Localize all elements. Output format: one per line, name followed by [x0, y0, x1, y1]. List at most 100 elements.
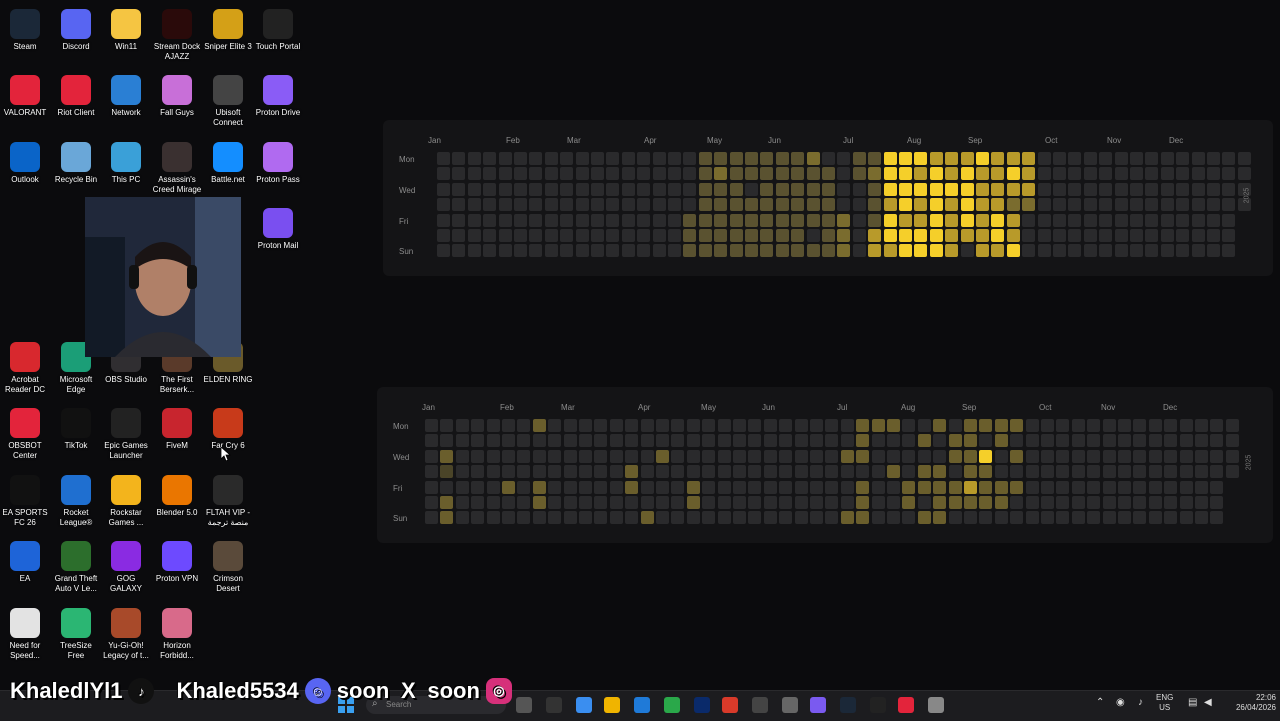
heatmap-cell	[498, 182, 512, 196]
desktop-icon-proton-vpn[interactable]: Proton VPN	[152, 541, 202, 584]
heatmap-cell	[560, 244, 574, 258]
desktop-icon-battle-net[interactable]: Battle.net	[203, 142, 253, 185]
heatmap-cell	[1191, 198, 1205, 212]
heatmap-cell	[1010, 449, 1024, 463]
desktop-icon-far-cry-6[interactable]: Far Cry 6	[203, 408, 253, 451]
desktop-icon-blender-5-0[interactable]: Blender 5.0	[152, 475, 202, 518]
microphone-icon[interactable]: ♪	[1138, 698, 1143, 708]
heatmap-cell	[702, 480, 716, 494]
heatmap-cell	[1148, 511, 1162, 525]
desktop-icon-rockstar-games[interactable]: Rockstar Games ...	[101, 475, 151, 528]
heatmap-cell	[425, 496, 438, 509]
taskbar-app-icon[interactable]	[928, 697, 944, 713]
heatmap-cell	[579, 511, 592, 525]
heatmap-cell	[1176, 167, 1190, 181]
desktop-icon-ea-sports-fc-26[interactable]: EA SPORTS FC 26	[0, 475, 50, 528]
taskbar-app-icon[interactable]	[634, 697, 650, 713]
heatmap-cell	[779, 434, 793, 448]
heatmap-cell	[1068, 229, 1082, 242]
taskbar-app-icon[interactable]	[516, 697, 532, 713]
heatmap-cell	[609, 465, 623, 479]
desktop-icon-riot-client[interactable]: Riot Client	[51, 75, 101, 118]
heatmap-cell	[609, 480, 623, 494]
desktop-icon-tiktok[interactable]: TikTok	[51, 408, 101, 451]
desktop-icon-stream-dock-ajazz[interactable]: Stream Dock AJAZZ	[152, 9, 202, 62]
heatmap-cell	[1022, 167, 1036, 181]
heatmap-cell	[1207, 167, 1220, 181]
heatmap-cell	[775, 152, 789, 165]
desktop-icon-acrobat-reader-dc[interactable]: Acrobat Reader DC	[0, 342, 50, 395]
heatmap-cell	[498, 167, 512, 181]
tray-chevron-icon[interactable]: ⌃	[1096, 698, 1104, 708]
desktop-icon-label: OBSBOT Center	[8, 441, 42, 460]
heatmap-cell	[563, 480, 577, 494]
heatmap-cell	[683, 213, 697, 227]
heatmap-cell	[1130, 152, 1143, 165]
taskbar-app-icon[interactable]	[722, 697, 738, 713]
desktop-icon-proton-pass[interactable]: Proton Pass	[253, 142, 303, 185]
month-label: Mar	[561, 403, 575, 412]
heatmap-cell	[640, 496, 654, 509]
volume-icon[interactable]: ◀	[1204, 698, 1212, 708]
desktop-icon-need-for-speed[interactable]: Need for Speed...	[0, 608, 50, 661]
heatmap-cell	[1195, 419, 1208, 432]
taskbar-app-icon[interactable]	[694, 697, 710, 713]
clock[interactable]: 22:06 26/04/2026	[1222, 693, 1276, 713]
app-icon	[61, 142, 91, 172]
taskbar-app-icon[interactable]	[664, 697, 680, 713]
desktop-icon-touch-portal[interactable]: Touch Portal	[253, 9, 303, 52]
language-indicator[interactable]: ENG US	[1156, 693, 1173, 713]
heatmap-cell	[1041, 480, 1054, 494]
heatmap-cell	[698, 244, 712, 258]
desktop-icon-win11[interactable]: Win11	[101, 9, 151, 52]
heatmap-cell	[637, 198, 651, 212]
desktop-icon-grand-theft-auto-v-le[interactable]: Grand Theft Auto V Le...	[51, 541, 101, 594]
taskbar-app-icon[interactable]	[576, 697, 592, 713]
network-icon[interactable]: ◉	[1116, 698, 1125, 708]
taskbar-app-icon[interactable]	[810, 697, 826, 713]
desktop-icon-obsbot-center[interactable]: OBSBOT Center	[0, 408, 50, 461]
desktop-icon-fall-guys[interactable]: Fall Guys	[152, 75, 202, 118]
desktop-icon-discord[interactable]: Discord	[51, 9, 101, 52]
desktop-icon-gog-galaxy[interactable]: GOG GALAXY	[101, 541, 151, 594]
desktop-icon-treesize-free[interactable]: TreeSize Free	[51, 608, 101, 661]
desktop-icon-horizon-forbidd[interactable]: Horizon Forbidd...	[152, 608, 202, 661]
heatmap-cell	[1145, 198, 1159, 212]
desktop-icon-steam[interactable]: Steam	[0, 9, 50, 52]
desktop-icon-network[interactable]: Network	[101, 75, 151, 118]
taskbar-app-icon[interactable]	[870, 697, 886, 713]
desktop-icon-fltah-vip[interactable]: FLTAH VIP - منصة ترجمة	[203, 475, 253, 528]
desktop-icon-rocket-league[interactable]: Rocket League®	[51, 475, 101, 528]
heatmap-cell	[714, 182, 728, 196]
desktop-icon-assassin-s-creed-mirage[interactable]: Assassin's Creed Mirage	[152, 142, 202, 195]
taskbar-app-icon[interactable]	[782, 697, 798, 713]
desktop-icon-yu-gi-oh-legacy-of-t[interactable]: Yu-Gi-Oh! Legacy of t...	[101, 608, 151, 661]
heatmap-cell	[914, 213, 928, 227]
heatmap-cell	[856, 496, 870, 509]
heatmap-cell	[425, 419, 438, 432]
desktop-icon-valorant[interactable]: VALORANT	[0, 75, 50, 118]
desktop-icon-epic-games-launcher[interactable]: Epic Games Launcher	[101, 408, 151, 461]
heatmap-cell	[1068, 244, 1082, 258]
desktop-icon-outlook[interactable]: Outlook	[0, 142, 50, 185]
desktop-icon-proton-drive[interactable]: Proton Drive	[253, 75, 303, 118]
desktop-icon-crimson-desert[interactable]: Crimson Desert	[203, 541, 253, 594]
taskbar-app-icon[interactable]	[752, 697, 768, 713]
desktop-icon-sniper-elite-3[interactable]: Sniper Elite 3	[203, 9, 253, 52]
taskbar-app-icon[interactable]	[840, 697, 856, 713]
wifi-icon[interactable]: ▤	[1188, 698, 1197, 708]
desktop-icon-proton-mail[interactable]: Proton Mail	[253, 208, 303, 251]
desktop-icon-recycle-bin[interactable]: Recycle Bin	[51, 142, 101, 185]
taskbar-app-icon[interactable]	[604, 697, 620, 713]
desktop-icon-ea[interactable]: EA	[0, 541, 50, 584]
heatmap-cell	[852, 182, 866, 196]
desktop-icon-this-pc[interactable]: This PC	[101, 142, 151, 185]
heatmap-cell	[902, 434, 916, 448]
app-icon	[61, 475, 91, 505]
desktop-icon-ubisoft-connect[interactable]: Ubisoft Connect	[203, 75, 253, 128]
taskbar-app-icon[interactable]	[546, 697, 562, 713]
desktop-icon-fivem[interactable]: FiveM	[152, 408, 202, 451]
heatmap-cell	[964, 496, 977, 509]
heatmap-cell	[791, 229, 805, 242]
taskbar-app-icon[interactable]	[898, 697, 914, 713]
